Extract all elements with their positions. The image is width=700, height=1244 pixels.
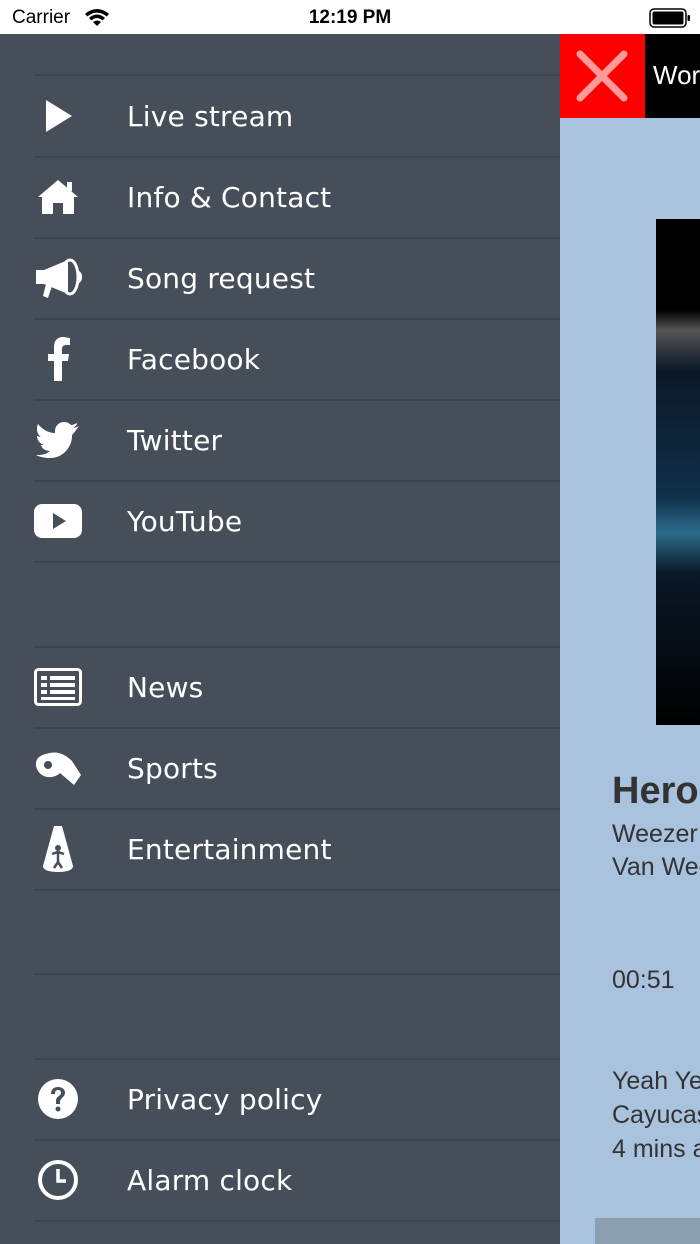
previous-track: Yeah Yeah Cayucas 4 mins ago	[612, 1064, 700, 1166]
status-bar: Carrier 12:19 PM	[0, 0, 700, 34]
menu-item-facebook[interactable]: Facebook	[34, 319, 560, 400]
menu-item-alarm-clock[interactable]: Alarm clock	[34, 1140, 560, 1221]
clock-icon	[34, 1158, 82, 1202]
menu-item-label: Live stream	[127, 100, 294, 133]
main-content: World Hero Weezer Van Weezer 00:51 Yeah …	[560, 34, 700, 1244]
menu-item-entertainment[interactable]: Entertainment	[34, 809, 560, 890]
menu-item-label: Privacy policy	[127, 1083, 323, 1116]
album-artwork	[656, 219, 700, 725]
header-bar: World	[645, 34, 700, 118]
menu-item-label: Info & Contact	[127, 181, 332, 214]
menu-item-youtube[interactable]: YouTube	[34, 481, 560, 562]
side-drawer: Live stream Info & Contact Song request …	[0, 34, 560, 1244]
menu-item-label: Entertainment	[127, 833, 332, 866]
divider	[34, 889, 560, 891]
menu-item-info-contact[interactable]: Info & Contact	[34, 157, 560, 238]
clock-time: 12:19 PM	[308, 7, 392, 28]
menu-item-twitter[interactable]: Twitter	[34, 400, 560, 481]
menu-item-label: Sports	[127, 752, 218, 785]
menu-item-label: Song request	[127, 262, 316, 295]
divider	[34, 1220, 560, 1222]
menu-item-live-stream[interactable]: Live stream	[34, 76, 560, 157]
previous-track-title: Yeah Yeah	[612, 1067, 700, 1095]
home-icon	[34, 175, 82, 219]
menu-item-privacy-policy[interactable]: Privacy policy	[34, 1059, 560, 1140]
megaphone-icon	[34, 256, 82, 300]
divider	[34, 973, 560, 975]
close-drawer-button[interactable]	[560, 34, 645, 118]
header-title: World	[653, 60, 700, 90]
track-artist: Weezer Van Weezer	[612, 818, 700, 884]
track-title: Hero	[612, 770, 699, 812]
track-album-line: Van Weezer	[612, 853, 700, 881]
menu-item-label: Twitter	[127, 424, 223, 457]
close-icon	[576, 50, 628, 102]
facebook-icon	[34, 337, 82, 381]
previous-track-artist: Cayucas	[612, 1101, 700, 1129]
menu-item-sports[interactable]: Sports	[34, 728, 560, 809]
battery-icon	[649, 8, 691, 33]
twitter-icon	[34, 418, 82, 462]
play-icon	[34, 94, 82, 138]
spotlight-icon	[34, 826, 82, 872]
question-icon	[34, 1077, 82, 1121]
track-artist-line: Weezer	[612, 820, 698, 848]
menu-item-song-request[interactable]: Song request	[34, 238, 560, 319]
menu-item-label: News	[127, 671, 204, 704]
divider	[34, 561, 560, 563]
bottom-bar	[595, 1218, 700, 1244]
menu-item-label: Alarm clock	[127, 1164, 293, 1197]
elapsed-time: 00:51	[612, 966, 675, 994]
whistle-icon	[34, 746, 82, 790]
menu-item-label: YouTube	[127, 505, 243, 538]
youtube-icon	[34, 499, 82, 543]
menu-item-label: Facebook	[127, 343, 261, 376]
newspaper-icon	[34, 665, 82, 709]
menu-item-news[interactable]: News	[34, 647, 560, 728]
previous-track-time: 4 mins ago	[612, 1135, 700, 1163]
